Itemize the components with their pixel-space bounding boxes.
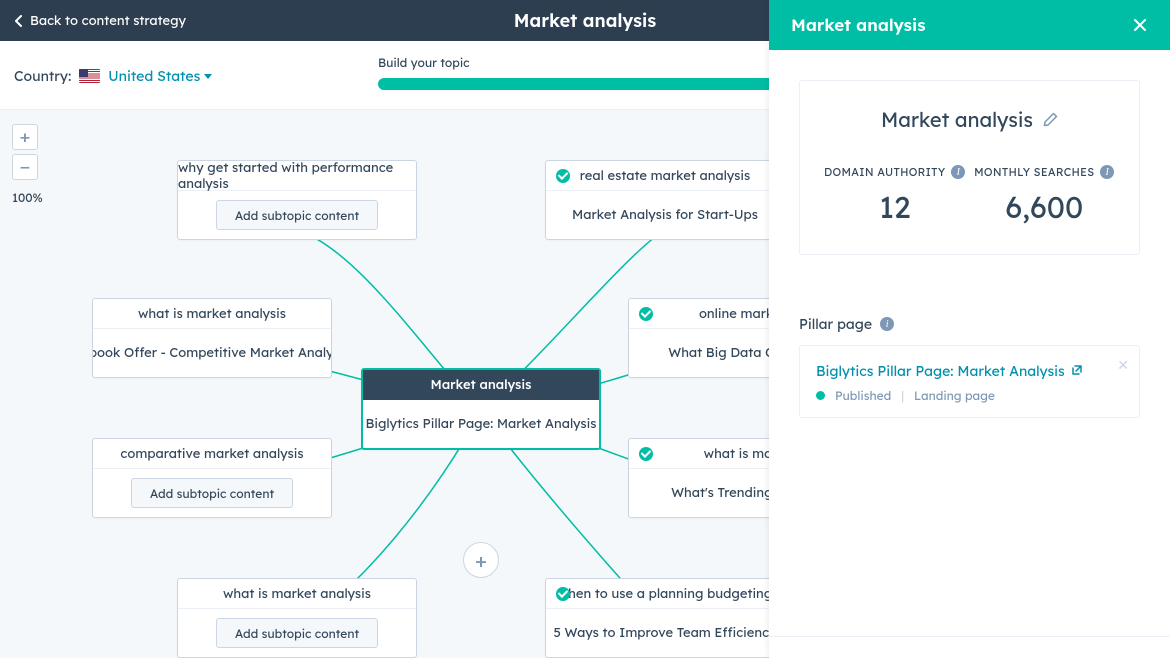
add-subtopic-button[interactable]: Add subtopic content xyxy=(216,200,378,230)
subtopic-title: what is market analysis xyxy=(93,299,331,329)
metrics-card-title: Market analysis xyxy=(881,107,1033,132)
pencil-icon xyxy=(1043,112,1058,127)
subtopic-node[interactable]: comparative market analysis Add subtopic… xyxy=(92,438,332,518)
pillar-page-link[interactable]: Biglytics Pillar Page: Market Analysis xyxy=(816,362,1083,380)
central-node-body: Biglytics Pillar Page: Market Analysis xyxy=(363,400,599,448)
add-node-button[interactable]: + xyxy=(463,542,499,578)
add-subtopic-button[interactable]: Add subtopic content xyxy=(131,478,293,508)
back-link[interactable]: Back to content strategy xyxy=(14,13,186,29)
chevron-down-icon xyxy=(204,74,212,79)
zoom-out-button[interactable]: − xyxy=(12,154,38,180)
pillar-card: ✕ Biglytics Pillar Page: Market Analysis… xyxy=(799,345,1140,418)
subtopic-title: real estate market analysis xyxy=(546,161,784,191)
subtopic-node[interactable]: real estate market analysis Market Analy… xyxy=(545,160,785,240)
back-label: Back to content strategy xyxy=(30,13,186,29)
flag-us-icon xyxy=(79,69,100,83)
country-label: Country: xyxy=(14,67,71,85)
subtopic-body: 5 Ways to Improve Team Efficiency xyxy=(546,609,784,657)
central-node[interactable]: Market analysis Biglytics Pillar Page: M… xyxy=(361,368,601,450)
subtopic-body: Market Analysis for Start-Ups xyxy=(546,191,784,239)
subtopic-node[interactable]: what is market analysis Add subtopic con… xyxy=(177,578,417,658)
zoom-percent: 100% xyxy=(12,190,43,205)
edit-title-button[interactable] xyxy=(1043,107,1058,132)
country-select[interactable]: United States xyxy=(108,67,212,85)
domain-authority-label: DOMAIN AUTHORITY xyxy=(824,165,945,179)
pillar-link-text: Biglytics Pillar Page: Market Analysis xyxy=(816,362,1065,380)
subtopic-node[interactable]: when to use a planning budgeting 5 Ways … xyxy=(545,578,785,658)
subtopic-title: why get started with performance analysi… xyxy=(178,161,416,191)
country-value: United States xyxy=(108,67,200,85)
pillar-type: Landing page xyxy=(914,388,995,403)
close-panel-button[interactable] xyxy=(1132,17,1148,33)
details-panel: Market analysis Market analysis DOMAIN A… xyxy=(769,0,1170,658)
subtopic-title: comparative market analysis xyxy=(93,439,331,469)
panel-title: Market analysis xyxy=(791,15,926,36)
zoom-in-button[interactable]: + xyxy=(12,124,38,150)
info-icon[interactable]: i xyxy=(951,165,965,179)
chevron-left-icon xyxy=(14,15,24,27)
external-link-icon xyxy=(1071,362,1083,380)
status-dot-icon xyxy=(816,391,825,400)
page-title: Market analysis xyxy=(514,9,656,32)
subtopic-body: "Ebook Offer - Competitive Market Analys… xyxy=(93,329,331,377)
monthly-searches-value: 6,600 xyxy=(970,188,1120,226)
info-icon[interactable]: i xyxy=(1100,165,1114,179)
add-subtopic-button[interactable]: Add subtopic content xyxy=(216,618,378,648)
panel-footer-divider xyxy=(769,636,1170,637)
subtopic-title: what is market analysis xyxy=(178,579,416,609)
separator: | xyxy=(901,388,904,403)
monthly-searches-label: MONTHLY SEARCHES xyxy=(974,165,1094,179)
metrics-card: Market analysis DOMAIN AUTHORITY i 12 MO… xyxy=(799,80,1140,255)
info-icon[interactable]: i xyxy=(880,317,894,331)
central-node-title: Market analysis xyxy=(363,370,599,400)
subtopic-node[interactable]: why get started with performance analysi… xyxy=(177,160,417,240)
domain-authority-value: 12 xyxy=(820,188,970,226)
close-icon xyxy=(1132,17,1148,33)
pillar-section-label: Pillar page xyxy=(799,315,872,333)
remove-pillar-button[interactable]: ✕ xyxy=(1117,356,1129,374)
pillar-status: Published xyxy=(835,388,891,403)
subtopic-node[interactable]: what is market analysis "Ebook Offer - C… xyxy=(92,298,332,378)
subtopic-title: when to use a planning budgeting xyxy=(546,579,784,609)
